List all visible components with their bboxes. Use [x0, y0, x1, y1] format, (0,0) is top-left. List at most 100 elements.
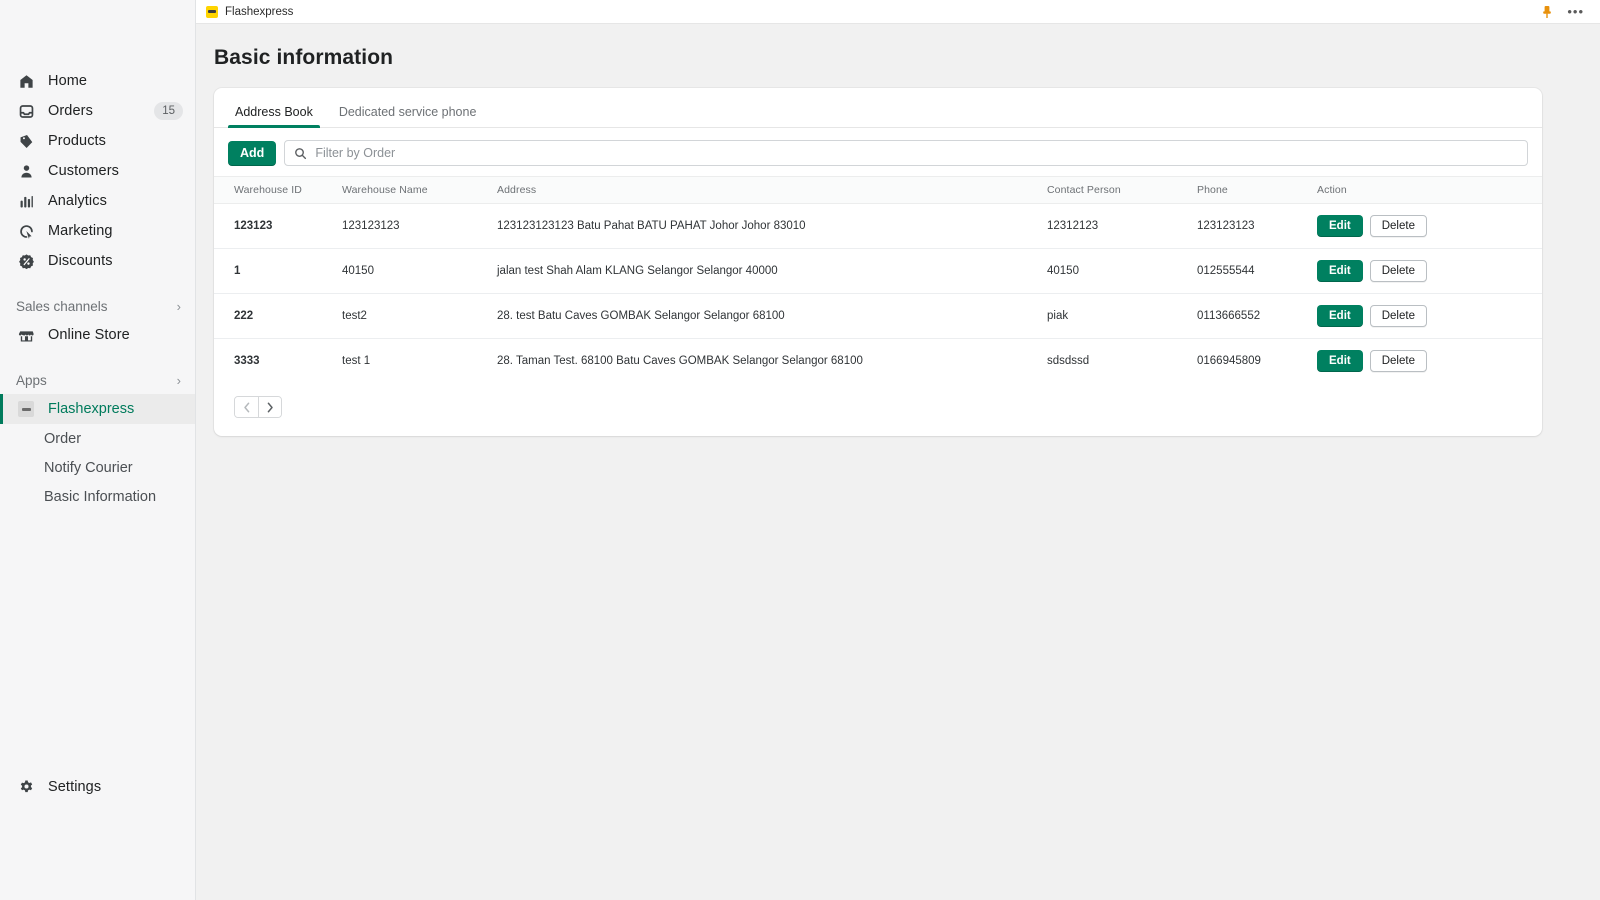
cell-action: Edit Delete: [1317, 293, 1542, 339]
sidebar-item-label: Products: [48, 133, 107, 149]
search-icon: [294, 147, 307, 160]
column-header-address: Address: [497, 176, 1047, 204]
cell-action: Edit Delete: [1317, 248, 1542, 294]
pagination: [234, 396, 282, 418]
chevron-right-icon: ›: [176, 372, 181, 388]
customers-person-icon: [16, 161, 36, 181]
sidebar-subitem-label: Basic Information: [44, 488, 157, 505]
gear-icon: [16, 777, 36, 797]
chevron-right-icon: ›: [176, 298, 181, 314]
topbar-right-icons: •••: [1541, 5, 1592, 19]
cell-contact-person: 12312123: [1047, 203, 1197, 249]
browser-tab-title: Flashexpress: [225, 5, 294, 18]
delete-button[interactable]: Delete: [1369, 215, 1427, 237]
cell-contact-person: sdsdssd: [1047, 355, 1090, 367]
cell-address: 28. test Batu Caves GOMBAK Selangor Sela…: [497, 293, 1047, 339]
sidebar-item-orders[interactable]: Orders 15: [0, 96, 195, 126]
sidebar-item-home[interactable]: Home: [0, 66, 195, 96]
cell-contact-person: 40150: [1047, 248, 1197, 294]
search-field-wrapper[interactable]: [284, 140, 1528, 166]
table-row: 1 40150 jalan test Shah Alam KLANG Selan…: [214, 248, 1542, 294]
flashexpress-logo-icon: [206, 5, 218, 18]
edit-button[interactable]: Edit: [1317, 350, 1363, 372]
tab-dedicated-service-phone[interactable]: Dedicated service phone: [326, 104, 490, 128]
sidebar-item-products[interactable]: Products: [0, 126, 195, 156]
orders-count-badge: 15: [154, 102, 183, 120]
sidebar-subitem-order[interactable]: Order: [0, 424, 195, 453]
add-button[interactable]: Add: [228, 140, 277, 166]
sidebar-subitem-notify-courier[interactable]: Notify Courier: [0, 453, 195, 482]
tab-label: Address Book: [235, 104, 313, 119]
cell-action: Edit Delete: [1317, 203, 1542, 249]
delete-button[interactable]: Delete: [1369, 350, 1427, 372]
analytics-bars-icon: [16, 191, 36, 211]
page-title: Basic information: [214, 46, 394, 69]
column-header-warehouse-name: Warehouse Name: [342, 176, 497, 204]
cell-warehouse-name: 123123123: [342, 203, 497, 249]
sidebar-item-label: Customers: [48, 163, 119, 179]
table-toolbar: Add: [214, 128, 1542, 176]
browser-topbar: Flashexpress •••: [196, 0, 1600, 24]
sidebar-subitem-basic-information[interactable]: Basic Information: [0, 482, 195, 511]
sidebar-item-label: Orders: [48, 103, 93, 119]
delete-button[interactable]: Delete: [1369, 305, 1427, 327]
sidebar-item-settings[interactable]: Settings: [0, 772, 195, 802]
table-header: Warehouse ID Warehouse Name Address Cont…: [214, 176, 1542, 204]
sidebar-section-sales-channels[interactable]: Sales channels ›: [0, 292, 195, 320]
address-book-card: Address Book Dedicated service phone Add: [214, 88, 1542, 436]
sidebar-item-customers[interactable]: Customers: [0, 156, 195, 186]
cell-warehouse-id: 123123: [214, 203, 342, 249]
section-label: Apps: [16, 372, 47, 388]
edit-button[interactable]: Edit: [1317, 305, 1363, 327]
search-input[interactable]: [315, 146, 1518, 160]
cell-warehouse-id: 3333: [234, 355, 260, 367]
sidebar-item-discounts[interactable]: Discounts: [0, 246, 195, 276]
sidebar-item-label: Home: [48, 73, 88, 89]
sidebar-item-label: Flashexpress: [48, 401, 135, 417]
row-actions: Edit Delete: [1317, 260, 1542, 282]
sidebar-item-online-store[interactable]: Online Store: [0, 320, 195, 350]
main-area: Flashexpress ••• Basic information Addre…: [196, 0, 1600, 900]
sidebar-section-apps[interactable]: Apps ›: [0, 366, 195, 394]
cell-address: 123123123123 Batu Pahat BATU PAHAT Johor…: [497, 203, 1047, 249]
products-tag-icon: [16, 131, 36, 151]
flashexpress-app-icon: [16, 399, 36, 419]
online-store-icon: [16, 325, 36, 345]
browser-tab[interactable]: Flashexpress: [206, 5, 294, 18]
edit-button[interactable]: Edit: [1317, 260, 1363, 282]
warehouse-table: Warehouse ID Warehouse Name Address Cont…: [214, 176, 1542, 383]
pagination-prev-button[interactable]: [235, 397, 258, 417]
edit-button[interactable]: Edit: [1317, 215, 1363, 237]
tab-address-book[interactable]: Address Book: [222, 104, 326, 128]
sidebar-subitem-label: Notify Courier: [44, 459, 133, 476]
cell-address: jalan test Shah Alam KLANG Selangor Sela…: [497, 248, 1047, 294]
app-root: Home Orders 15 Products Customers Analyt…: [0, 0, 1600, 900]
pin-icon[interactable]: [1541, 5, 1553, 19]
table-row: 222 test2 28. test Batu Caves GOMBAK Sel…: [214, 293, 1542, 339]
cell-warehouse-id: 222: [214, 293, 342, 339]
cell-phone: 0166945809: [1197, 355, 1261, 367]
row-actions: Edit Delete: [1317, 215, 1542, 237]
sidebar-item-marketing[interactable]: Marketing: [0, 216, 195, 246]
cell-phone: 012555544: [1197, 248, 1317, 294]
cell-warehouse-name: 40150: [342, 248, 497, 294]
sidebar-item-flashexpress[interactable]: Flashexpress: [0, 394, 195, 424]
marketing-cursor-icon: [16, 221, 36, 241]
sidebar-item-analytics[interactable]: Analytics: [0, 186, 195, 216]
card-tabs: Address Book Dedicated service phone: [214, 94, 1542, 128]
cell-warehouse-id: 1: [214, 248, 342, 294]
pagination-next-button[interactable]: [258, 397, 281, 417]
column-header-contact-person: Contact Person: [1047, 176, 1197, 204]
sidebar-item-label: Analytics: [48, 193, 107, 209]
tab-label: Dedicated service phone: [338, 104, 477, 119]
more-options-icon[interactable]: •••: [1567, 5, 1584, 18]
home-icon: [16, 71, 36, 91]
table-body: 123123 123123123 123123123123 Batu Pahat…: [214, 203, 1542, 384]
row-actions: Edit Delete: [1317, 350, 1542, 372]
orders-inbox-icon: [16, 101, 36, 121]
table-row: 123123 123123123 123123123123 Batu Pahat…: [214, 203, 1542, 249]
delete-button[interactable]: Delete: [1369, 260, 1427, 282]
cell-phone: 123123123: [1197, 203, 1317, 249]
row-actions: Edit Delete: [1317, 305, 1542, 327]
